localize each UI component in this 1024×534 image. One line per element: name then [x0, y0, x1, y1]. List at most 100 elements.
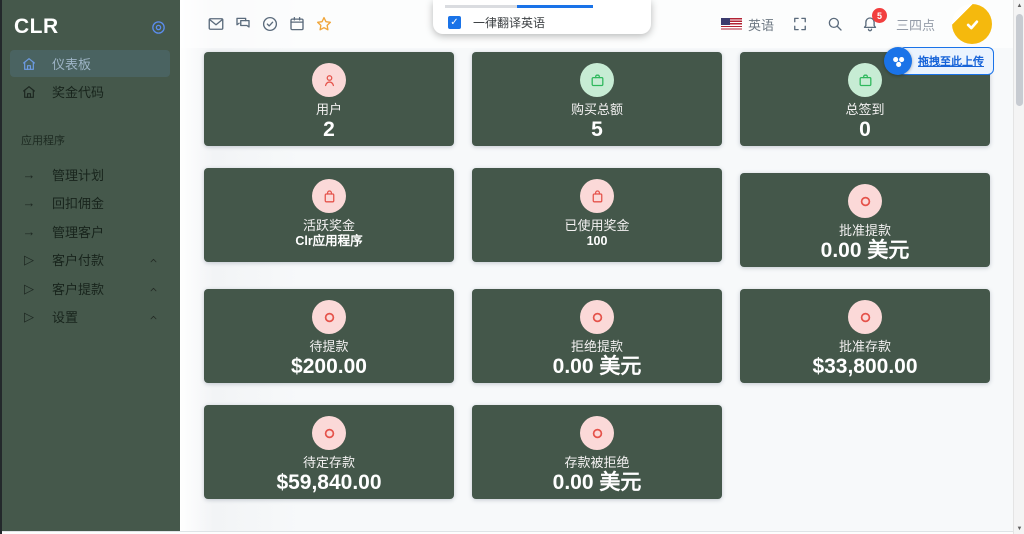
- ring-icon: [589, 309, 606, 326]
- stat-card: 待提款 $200.00: [204, 289, 454, 383]
- stat-icon-circle: [848, 184, 882, 218]
- dashboard-content: 用户 2 购买总额 5 总签到 0 活跃奖金 Clr应用程序 已使用奖金 100…: [180, 48, 1024, 499]
- sidebar-app-item[interactable]: → 管理客户: [10, 217, 170, 246]
- stat-icon-circle: [580, 63, 614, 97]
- topbar-quick-icons: [207, 15, 333, 33]
- upload-cluster-icon[interactable]: [884, 47, 912, 75]
- language-label[interactable]: 英语: [748, 15, 774, 34]
- translate-tab-indicator: [445, 5, 593, 8]
- scroll-down-arrow[interactable]: ▼: [1014, 523, 1024, 534]
- check-circle-icon[interactable]: [261, 15, 279, 33]
- stat-icon-circle: [848, 63, 882, 97]
- us-flag-icon[interactable]: [720, 18, 742, 30]
- stat-card: 活跃奖金 Clr应用程序: [204, 168, 454, 262]
- stat-icon-circle: [312, 416, 346, 450]
- sidebar-app-item-label: 设置: [52, 310, 79, 326]
- sidebar-nav: 仪表板 奖金代码: [0, 50, 180, 105]
- sidebar-nav-item[interactable]: 奖金代码: [10, 78, 170, 105]
- stat-label: 拒绝提款: [570, 339, 623, 354]
- sidebar-app-item[interactable]: → 管理计划: [10, 160, 170, 189]
- stat-value: $59,840.00: [276, 471, 382, 495]
- chat-icon[interactable]: [234, 15, 252, 33]
- stats-grid: 用户 2 购买总额 5 总签到 0 活跃奖金 Clr应用程序 已使用奖金 100…: [204, 52, 1024, 499]
- translate-checkbox-label: 一律翻译英语: [473, 16, 546, 30]
- sidebar-app-item[interactable]: ▷ 客户提款: [10, 274, 170, 303]
- sidebar-app-item[interactable]: → 回扣佣金: [10, 189, 170, 218]
- arrow-right-icon: →: [22, 166, 36, 182]
- mail-icon[interactable]: [207, 15, 225, 33]
- ring-icon: [857, 193, 874, 210]
- app-window: CLR 仪表板 奖金代码 应用程序 → 管理计划 → 回扣佣金 → 管理客户 ▷…: [0, 0, 1024, 534]
- stat-icon-circle: [580, 300, 614, 334]
- briefcase-icon: [589, 72, 606, 89]
- notifications-bell-icon[interactable]: 5: [861, 8, 887, 33]
- stat-value: 0: [859, 118, 871, 142]
- chevron-up-icon[interactable]: [148, 254, 159, 265]
- fullscreen-icon[interactable]: [791, 15, 809, 33]
- calendar-icon[interactable]: [288, 15, 306, 33]
- sidebar-app-item[interactable]: ▷ 设置: [10, 303, 170, 332]
- briefcase-icon: [857, 72, 874, 89]
- main-area: 英语 5 三四点 用户 2 购买总额 5 总签到 0 活跃奖金 Clr应用程序 …: [180, 0, 1024, 534]
- sidebar-app-item-label: 客户付款: [52, 253, 105, 269]
- topbar-right: 英语 5 三四点: [720, 4, 992, 44]
- stat-icon-circle: [848, 300, 882, 334]
- stat-label: 总签到: [845, 102, 885, 117]
- sidebar-app-list: → 管理计划 → 回扣佣金 → 管理客户 ▷ 客户付款 ▷ 客户提款 ▷ 设置: [0, 160, 180, 331]
- star-icon[interactable]: [315, 15, 333, 33]
- play-icon: ▷: [24, 280, 34, 296]
- stat-card: 用户 2: [204, 52, 454, 146]
- home-icon: [21, 84, 37, 100]
- avatar[interactable]: [952, 4, 992, 44]
- upload-tooltip-label: 拖拽至此上传: [918, 56, 984, 68]
- sidebar-app-item-label: 客户提款: [52, 281, 105, 297]
- stat-icon-circle: [580, 416, 614, 450]
- play-icon: ▷: [24, 252, 34, 268]
- ring-icon: [321, 309, 338, 326]
- chevron-up-icon[interactable]: [148, 311, 159, 322]
- window-left-edge: [0, 0, 2, 534]
- translate-popup: ✓ 一律翻译英语: [433, 0, 651, 34]
- stat-label: 待定存款: [302, 455, 355, 470]
- stat-label: 已使用奖金: [564, 218, 630, 233]
- stat-value: 2: [323, 118, 335, 142]
- ring-icon: [857, 309, 874, 326]
- stat-value: 5: [591, 118, 603, 142]
- stat-card: 存款被拒绝 0.00 美元: [472, 405, 722, 499]
- sidebar: CLR 仪表板 奖金代码 应用程序 → 管理计划 → 回扣佣金 → 管理客户 ▷…: [0, 0, 180, 531]
- stat-card: 拒绝提款 0.00 美元: [472, 289, 722, 383]
- scrollbar-thumb[interactable]: [1016, 14, 1023, 106]
- stat-label: 批准提款: [838, 223, 891, 238]
- sidebar-nav-item-label: 奖金代码: [52, 85, 105, 100]
- arrow-right-icon: →: [22, 223, 36, 239]
- sidebar-app-item[interactable]: ▷ 客户付款: [10, 246, 170, 275]
- stat-value: 0.00 美元: [820, 239, 910, 263]
- bag-icon: [321, 188, 338, 205]
- stat-card: 批准存款 $33,800.00: [740, 289, 990, 383]
- vertical-scrollbar[interactable]: ▲ ▼: [1013, 0, 1024, 534]
- stat-value: 0.00 美元: [552, 471, 642, 495]
- notification-badge: 5: [871, 8, 887, 23]
- stat-value: $33,800.00: [812, 355, 918, 379]
- play-icon: ▷: [24, 309, 34, 325]
- username-label[interactable]: 三四点: [896, 15, 935, 34]
- stat-icon-circle: [312, 179, 346, 213]
- stat-icon-circle: [312, 63, 346, 97]
- stat-value: 0.00 美元: [552, 355, 642, 379]
- stat-value: $200.00: [291, 355, 367, 379]
- stat-icon-circle: [312, 300, 346, 334]
- translate-checkbox[interactable]: ✓: [448, 16, 461, 29]
- stat-card: 待定存款 $59,840.00: [204, 405, 454, 499]
- record-icon[interactable]: [150, 19, 167, 36]
- arrow-right-icon: →: [22, 195, 36, 211]
- upload-tooltip: 拖拽至此上传: [884, 47, 994, 75]
- stat-label: 待提款: [309, 339, 349, 354]
- scroll-up-arrow[interactable]: ▲: [1014, 0, 1024, 11]
- sidebar-nav-item[interactable]: 仪表板: [10, 50, 170, 77]
- ring-icon: [321, 425, 338, 442]
- upload-drop-target[interactable]: 拖拽至此上传: [899, 47, 994, 75]
- chevron-up-icon[interactable]: [148, 283, 159, 294]
- search-icon[interactable]: [826, 15, 844, 33]
- stat-label: 用户: [315, 102, 342, 117]
- stat-value: Clr应用程序: [295, 234, 363, 249]
